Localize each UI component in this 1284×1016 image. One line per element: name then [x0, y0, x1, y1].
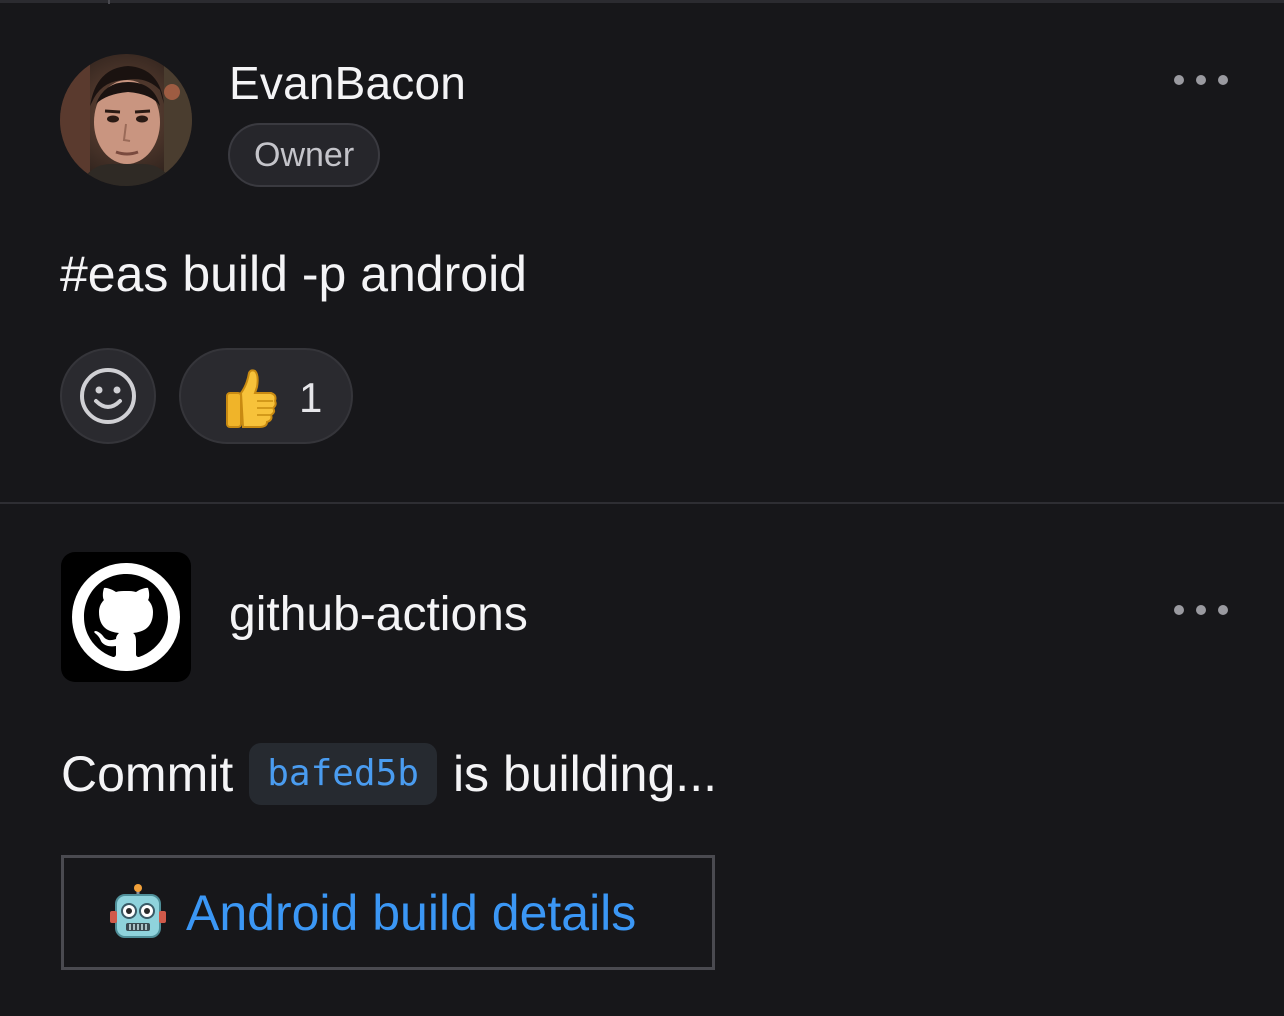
user-avatar-photo	[60, 54, 192, 186]
reaction-count: 1	[299, 374, 323, 421]
issue-comments-page: EvanBacon Owner #eas build -p android 1 …	[0, 0, 1284, 1016]
commit-sha-link[interactable]: bafed5b	[249, 743, 437, 805]
reaction-thumbs-up[interactable]: 1	[179, 348, 353, 444]
add-reaction-button[interactable]	[60, 348, 156, 444]
android-build-details-link[interactable]: Android build details	[61, 855, 715, 970]
avatar[interactable]	[60, 54, 192, 186]
build-details-label: Android build details	[186, 884, 637, 941]
comment-divider	[0, 502, 1284, 504]
github-octocat-icon	[72, 563, 180, 671]
comment-author[interactable]: github-actions	[229, 587, 528, 642]
comment-body: Commit bafed5b is building...	[61, 742, 717, 806]
more-horizontal-icon[interactable]	[1174, 604, 1228, 616]
avatar[interactable]	[61, 552, 191, 682]
top-border	[0, 0, 1284, 3]
role-badge: Owner	[228, 123, 381, 187]
top-border-tick	[108, 0, 110, 4]
comment-author[interactable]: EvanBacon	[229, 56, 466, 110]
body-suffix: is building...	[452, 746, 717, 802]
thumbs-up-icon	[226, 369, 277, 428]
smiley-icon	[80, 368, 136, 424]
comment-body: #eas build -p android	[60, 246, 527, 302]
robot-icon	[110, 883, 166, 938]
body-prefix: Commit	[61, 746, 234, 802]
more-horizontal-icon[interactable]	[1174, 74, 1228, 86]
